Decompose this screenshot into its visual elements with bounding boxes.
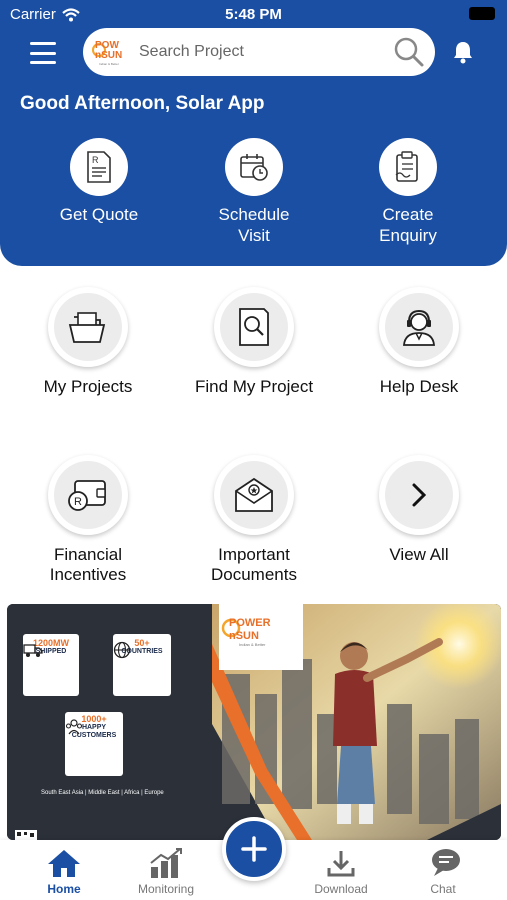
svg-text:R: R <box>74 496 82 508</box>
svg-text:POWER: POWER <box>229 617 271 629</box>
wallet-icon: R <box>54 461 122 529</box>
document-search-icon <box>220 293 288 361</box>
important-documents-label: Important Documents <box>211 545 297 584</box>
stat-customers: 1000+ HAPPY CUSTOMERS <box>65 712 123 776</box>
regions-text: South East Asia | Middle East | Africa |… <box>41 790 164 796</box>
financial-incentives-button[interactable]: R Financial Incentives <box>3 455 173 585</box>
tab-home-label: Home <box>47 882 81 896</box>
financial-incentives-label: Financial Incentives <box>49 545 127 584</box>
calendar-clock-icon <box>225 138 283 196</box>
envelope-icon <box>220 461 288 529</box>
customers-icon <box>65 719 83 735</box>
tab-monitoring-label: Monitoring <box>137 882 195 896</box>
tab-chat-label: Chat <box>430 882 456 896</box>
banner-logo: POWER nSUN Indian & Better <box>219 604 303 670</box>
tab-chat[interactable]: Chat <box>393 846 493 896</box>
plus-icon <box>241 836 267 862</box>
header: Carrier 5:48 PM POW nSUN Indian & Better <box>0 0 507 266</box>
svg-text:Indian & Better: Indian & Better <box>239 642 266 647</box>
stat-countries: 50+ COUNTRIES <box>113 634 171 696</box>
quote-document-icon: R <box>70 138 128 196</box>
add-button[interactable] <box>222 817 286 881</box>
greeting-text: Good Afternoon, Solar App <box>20 93 265 114</box>
schedule-visit-button[interactable]: Schedule Visit <box>179 138 329 246</box>
folder-icon <box>54 293 122 361</box>
svg-text:R: R <box>92 155 99 165</box>
important-documents-button[interactable]: Important Documents <box>169 455 339 585</box>
promo-banner[interactable]: POWER nSUN Indian & Better 1200MW SHIPPE… <box>7 604 501 840</box>
schedule-visit-label: Schedule Visit <box>218 205 290 245</box>
battery-icon <box>469 7 495 20</box>
find-my-project-button[interactable]: Find My Project <box>169 287 339 397</box>
home-icon <box>48 850 80 877</box>
download-icon <box>327 851 355 877</box>
search-icon[interactable] <box>393 36 425 68</box>
my-projects-button[interactable]: My Projects <box>3 287 173 397</box>
clock: 5:48 PM <box>225 6 282 23</box>
support-agent-icon <box>385 293 453 361</box>
bell-icon[interactable] <box>452 40 474 64</box>
get-quote-button[interactable]: R Get Quote <box>24 138 174 225</box>
search-bar: POW nSUN Indian & Better <box>83 28 435 76</box>
help-desk-button[interactable]: Help Desk <box>334 287 504 397</box>
brand-logo: POW nSUN Indian & Better <box>92 40 122 66</box>
get-quote-label: Get Quote <box>59 205 139 224</box>
help-desk-label: Help Desk <box>379 377 459 396</box>
svg-text:nSUN: nSUN <box>95 50 122 61</box>
tab-download-label: Download <box>314 882 368 896</box>
app-screen: Carrier 5:48 PM POW nSUN Indian & Better <box>0 0 507 900</box>
tab-download[interactable]: Download <box>291 846 391 896</box>
tab-home[interactable]: Home <box>14 846 114 896</box>
my-projects-label: My Projects <box>43 377 133 396</box>
svg-text:nSUN: nSUN <box>229 630 259 642</box>
create-enquiry-label: Create Enquiry <box>379 205 437 245</box>
view-all-label: View All <box>389 545 449 564</box>
view-all-button[interactable]: View All <box>334 455 504 565</box>
bar-chart-icon <box>150 848 182 878</box>
chevron-right-icon <box>385 461 453 529</box>
chat-icon <box>432 849 460 876</box>
find-my-project-label: Find My Project <box>194 377 314 396</box>
search-input[interactable] <box>139 38 375 66</box>
hamburger-menu-icon[interactable] <box>30 42 56 64</box>
clipboard-enquiry-icon <box>379 138 437 196</box>
truck-icon <box>23 644 43 657</box>
tab-monitoring[interactable]: Monitoring <box>116 846 216 896</box>
quick-actions: R Get Quote Schedule Visit Create Enquir… <box>0 138 507 258</box>
qr-code-icon <box>15 830 37 840</box>
create-enquiry-button[interactable]: Create Enquiry <box>333 138 483 246</box>
stat-shipped: 1200MW SHIPPED <box>23 634 79 696</box>
status-bar: Carrier 5:48 PM <box>0 0 507 28</box>
svg-text:Indian & Better: Indian & Better <box>99 62 119 66</box>
globe-icon <box>113 641 131 659</box>
